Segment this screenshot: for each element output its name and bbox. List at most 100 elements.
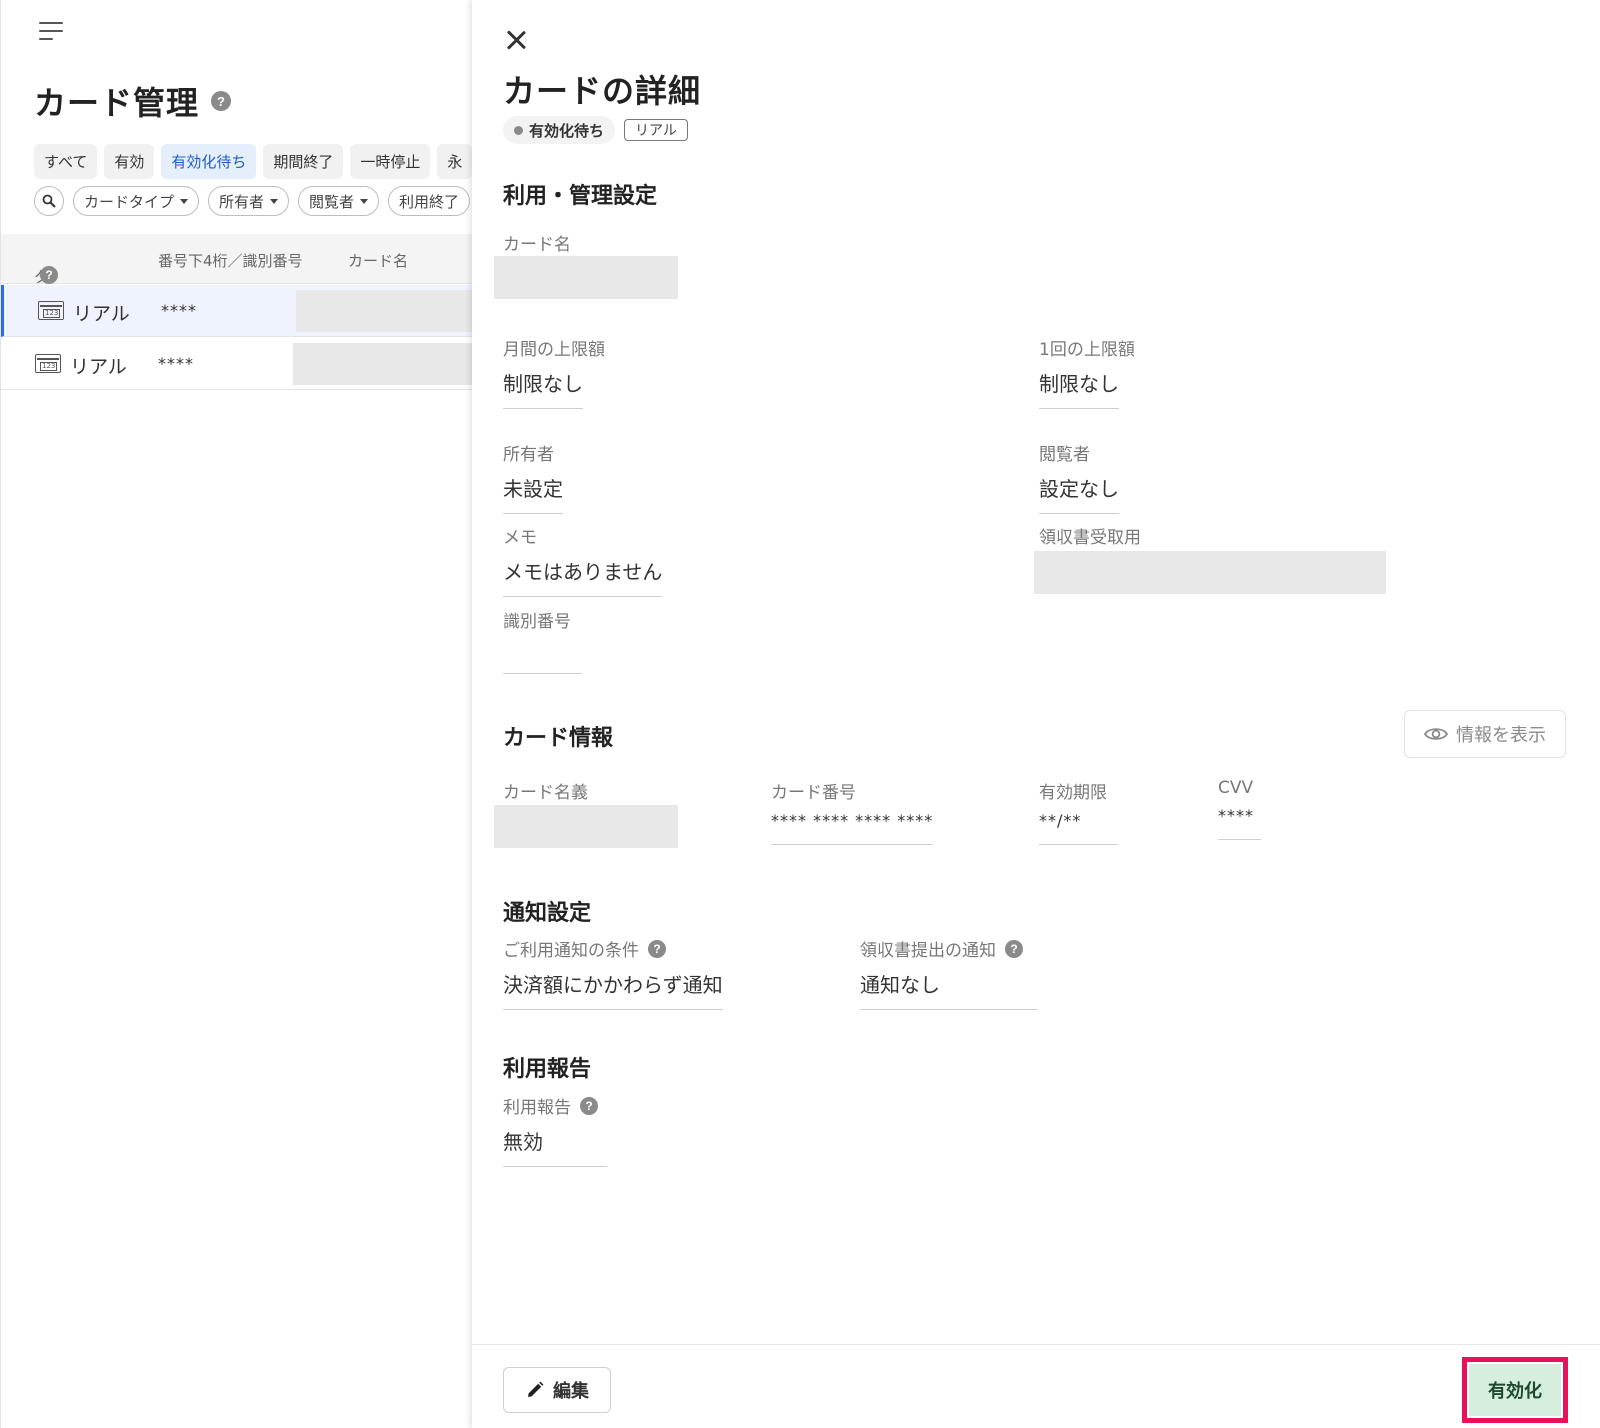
usage-notification-value: 決済額にかかわらず通知 [503,969,723,1010]
card-name-label: カード名 [503,235,571,255]
search-button[interactable] [34,186,64,216]
reveal-info-button[interactable]: 情報を表示 [1404,710,1566,758]
help-icon[interactable]: ? [580,1096,598,1115]
field-viewer: 閲覧者 設定なし [1039,440,1119,514]
identifier-value [503,640,582,674]
table-row[interactable]: 123 リアル **** [1,338,472,390]
menu-icon[interactable] [39,22,69,46]
card-type-badge: リアル [624,119,688,141]
row-number: **** [158,354,194,373]
card-number-value: **** **** **** **** [771,811,934,845]
caret-down-icon [180,198,189,204]
field-identifier: 識別番号 [503,607,582,678]
field-card-name: カード名 [503,230,571,255]
page-title: カード管理 [34,84,200,122]
section-title-card-info: カード情報 [503,726,614,751]
badge-row: 有効化待ち リアル [503,116,688,144]
monthly-limit-value: 制限なし [503,368,583,409]
card-list-panel: カード管理 ? すべて 有効 有効化待ち 期間終了 一時停止 永 カードタイプ … [0,0,472,1428]
row-type: リアル [70,356,127,378]
expiry-label: 有効期限 [1039,783,1107,803]
caret-down-icon [270,198,279,204]
search-icon [42,194,56,208]
tab-active[interactable]: 有効 [104,144,155,179]
tab-pending-activation[interactable]: 有効化待ち [161,144,257,179]
filter-bar: カードタイプ 所有者 閲覧者 利用終了 [34,186,471,216]
section-title-usage: 利用・管理設定 [503,184,658,209]
card-type-filter-label: カードタイプ [84,192,175,211]
viewer-filter-label: 閲覧者 [309,192,355,211]
receipt-notification-label-text: 領収書提出の通知 [860,941,996,961]
status-dot-icon [514,125,523,135]
cvv-label: CVV [1218,778,1254,798]
owner-value: 未設定 [503,473,563,514]
end-date-filter-label: 利用終了 [399,192,460,211]
card-icon: 123 [35,354,61,373]
help-icon[interactable]: ? [40,266,58,284]
field-receipt-recipient: 領収書受取用 [1039,523,1141,548]
column-header-name[interactable]: カード名 [348,250,408,271]
row-name-placeholder [293,343,472,385]
card-number-label: カード番号 [771,783,856,803]
field-usage-notification: ご利用通知の条件 ? 決済額にかかわらず通知 [503,936,723,1010]
end-date-filter[interactable]: 利用終了 [388,186,471,216]
tab-suspended[interactable]: 一時停止 [350,144,431,179]
identifier-label: 識別番号 [503,612,571,632]
card-detail-panel: カードの詳細 有効化待ち リアル 利用・管理設定 カード名 月間の上限額 制限な… [472,0,1600,1428]
receipt-recipient-label: 領収書受取用 [1039,528,1141,548]
status-badge: 有効化待ち [503,116,616,144]
eye-icon [1424,728,1448,740]
viewer-value: 設定なし [1039,473,1119,514]
field-usage-report: 利用報告 ? 無効 [503,1093,607,1167]
tab-all[interactable]: すべて [34,144,98,179]
usage-notification-label: ご利用通知の条件 ? [503,936,723,961]
field-memo: メモ メモはありません [503,523,663,597]
usage-report-label-text: 利用報告 [503,1098,571,1118]
monthly-limit-label: 月間の上限額 [503,340,605,360]
row-type: リアル [73,303,130,325]
column-header-number[interactable]: 番号下4桁／識別番号 [158,250,303,271]
memo-label: メモ [503,528,537,548]
row-number: **** [161,301,197,320]
close-icon[interactable] [502,26,530,54]
pencil-icon [528,1381,544,1397]
tab-expired[interactable]: 期間終了 [263,144,344,179]
edit-button-label: 編集 [553,1381,589,1402]
owner-label: 所有者 [503,445,554,465]
edit-button[interactable]: 編集 [503,1367,611,1413]
field-per-use-limit: 1回の上限額 制限なし [1039,335,1135,409]
usage-report-label: 利用報告 ? [503,1093,607,1118]
usage-report-value: 無効 [503,1126,607,1167]
field-expiry: 有効期限 **/** [1039,778,1118,845]
reveal-info-label: 情報を表示 [1456,725,1546,746]
activate-button[interactable]: 有効化 [1469,1364,1561,1416]
help-icon[interactable]: ? [211,91,232,111]
field-owner: 所有者 未設定 [503,440,563,514]
card-type-filter[interactable]: カードタイプ [73,186,200,216]
cardholder-placeholder [494,805,678,848]
viewer-filter[interactable]: 閲覧者 [298,186,380,216]
detail-title: カードの詳細 [503,72,702,110]
tab-permanent[interactable]: 永 [437,144,472,179]
usage-notification-label-text: ご利用通知の条件 [503,941,639,961]
card-icon: 123 [38,301,64,320]
page-title-row: カード管理 ? [34,78,232,124]
section-title-report: 利用報告 [503,1057,592,1082]
owner-filter[interactable]: 所有者 [208,186,290,216]
expiry-value: **/** [1039,811,1118,845]
receipt-notification-label: 領収書提出の通知 ? [860,936,1037,961]
table-header: タイプ ? 番号下4桁／識別番号 カード名 [1,234,472,328]
field-card-number: カード番号 **** **** **** **** [771,778,934,845]
receipt-recipient-placeholder [1034,551,1386,594]
cvv-value: **** [1218,806,1261,840]
table-row[interactable]: 123 リアル **** [1,285,472,337]
help-icon[interactable]: ? [648,939,666,958]
card-name-placeholder [494,256,678,299]
field-cvv: CVV **** [1218,778,1261,840]
help-icon[interactable]: ? [1005,939,1023,958]
detail-footer: 編集 有効化 [472,1344,1600,1428]
caret-down-icon [360,198,369,204]
per-use-limit-label: 1回の上限額 [1039,340,1135,360]
highlight-frame: 有効化 [1462,1357,1568,1423]
cardholder-label: カード名義 [503,783,588,803]
